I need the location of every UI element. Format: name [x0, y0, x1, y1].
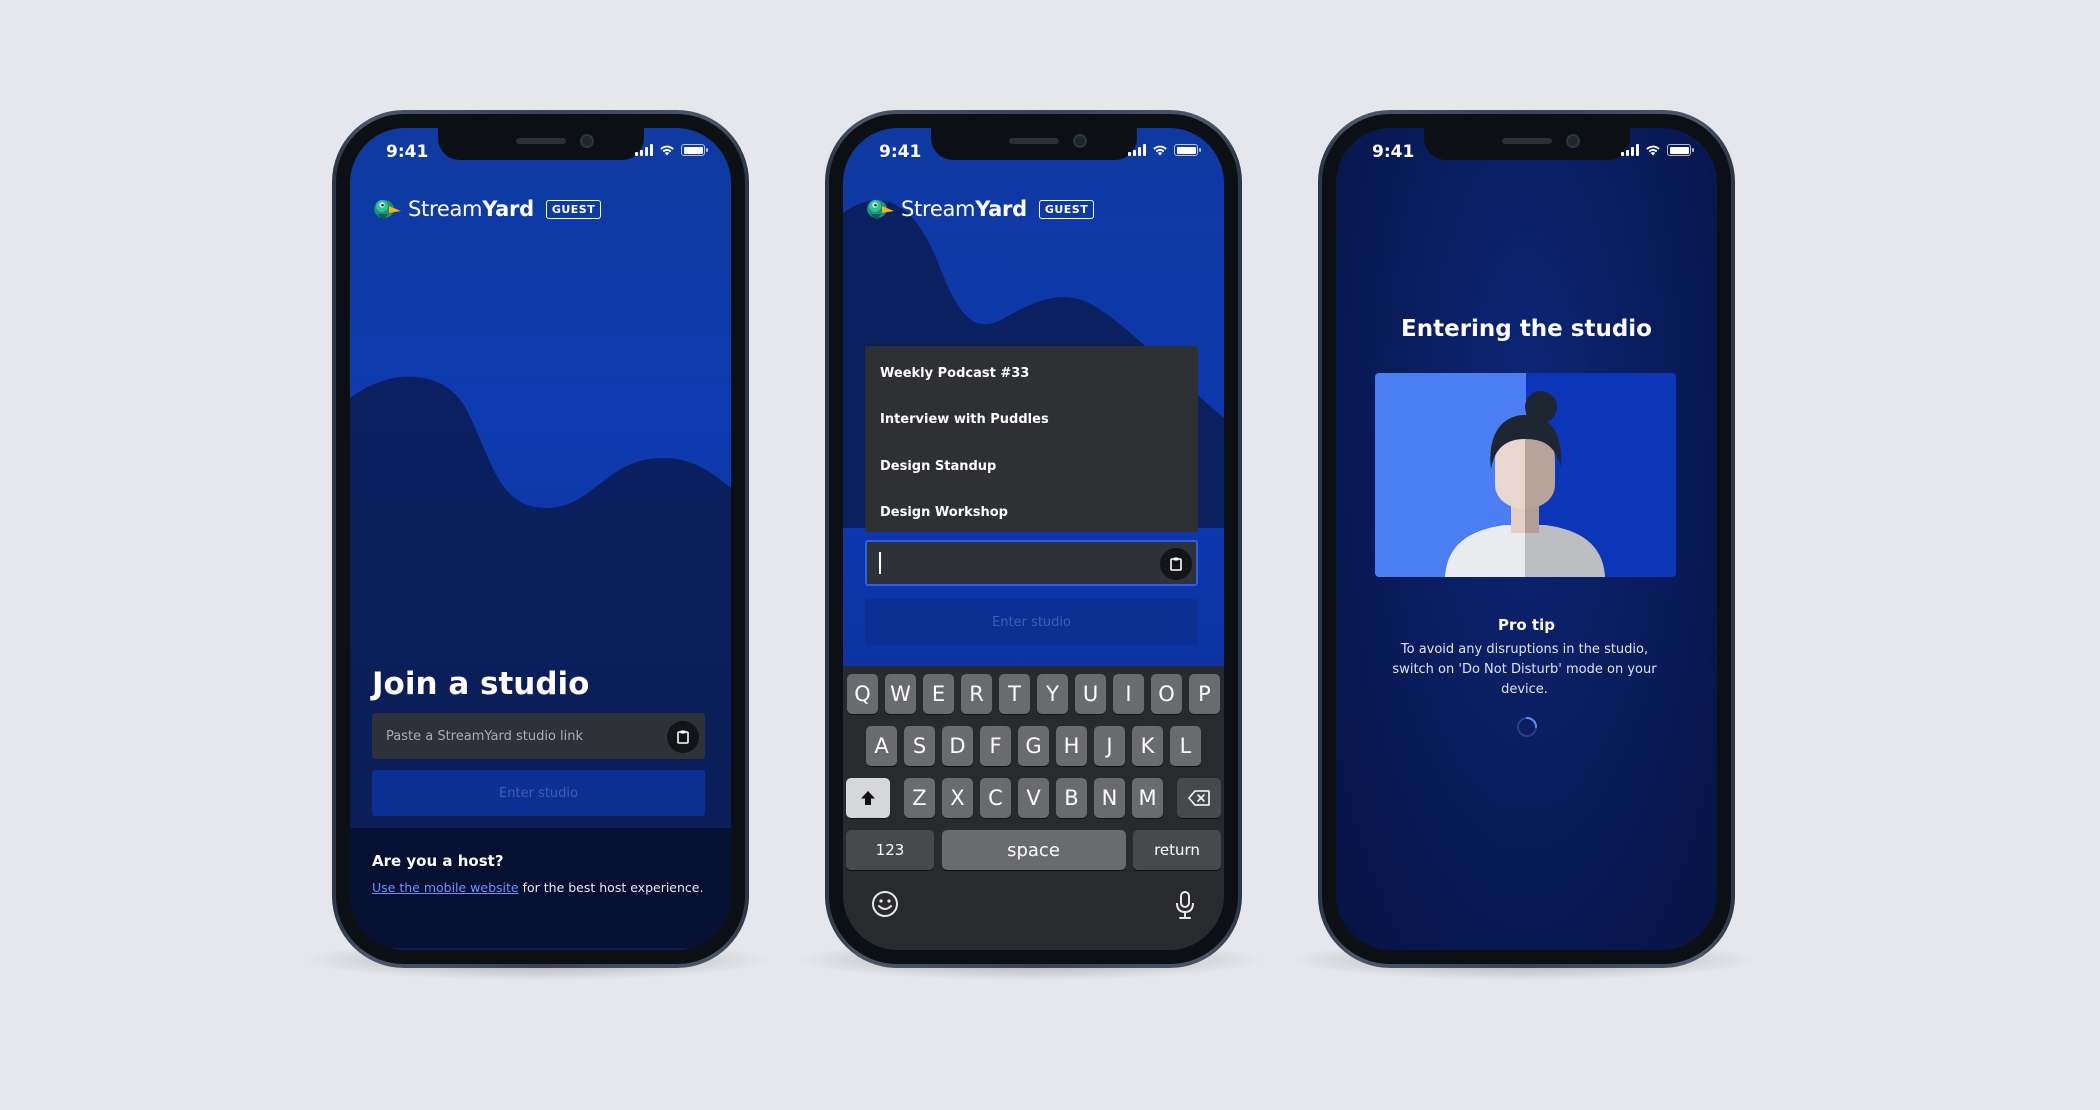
key[interactable]: S: [903, 726, 936, 766]
streamyard-bird-icon: [374, 200, 401, 220]
key[interactable]: V: [1017, 778, 1050, 818]
brand-logo: StreamYard GUEST: [372, 196, 602, 222]
return-key[interactable]: return: [1133, 830, 1221, 870]
host-message: Use the mobile website for the best host…: [372, 880, 704, 895]
enter-studio-button[interactable]: Enter studio: [865, 599, 1198, 645]
key[interactable]: R: [960, 674, 993, 714]
space-key[interactable]: space: [941, 830, 1126, 870]
text-caret: [879, 552, 881, 574]
onscreen-keyboard: Q W E R T Y U I O P A S D F G H J K L Z …: [843, 666, 1224, 950]
phone-entering-studio: 9:41 Entering the studio Pro tip To avoi…: [1318, 110, 1735, 968]
key[interactable]: C: [979, 778, 1012, 818]
camera-preview-illustration: [1375, 373, 1676, 577]
battery-icon: [1174, 144, 1201, 156]
emoji-icon[interactable]: [871, 890, 899, 918]
enter-studio-button[interactable]: Enter studio: [372, 770, 705, 816]
key[interactable]: L: [1169, 726, 1202, 766]
wifi-icon: [1153, 145, 1167, 156]
key[interactable]: Z: [903, 778, 936, 818]
status-icons: [1621, 144, 1694, 156]
key[interactable]: U: [1074, 674, 1107, 714]
paste-button[interactable]: [667, 721, 699, 753]
studio-link-input[interactable]: [386, 728, 656, 744]
key[interactable]: I: [1112, 674, 1145, 714]
signal-icon: [635, 144, 653, 156]
key[interactable]: J: [1093, 726, 1126, 766]
notch: [1423, 128, 1630, 160]
screen-join-studio: 9:41 StreamYard GUEST Join a studio Past…: [350, 128, 731, 950]
clipboard-icon: [677, 730, 689, 744]
streamyard-bird-icon: [867, 200, 894, 220]
microphone-icon[interactable]: [1174, 890, 1196, 920]
guest-badge: GUEST: [1038, 199, 1095, 219]
signal-icon: [1621, 144, 1639, 156]
notch: [930, 128, 1137, 160]
brand-name: StreamYard: [901, 197, 1027, 221]
key[interactable]: F: [979, 726, 1012, 766]
suggestion-item[interactable]: Design Standup: [865, 443, 1198, 490]
shift-icon: [861, 791, 875, 805]
wifi-icon: [1646, 145, 1660, 156]
brand-logo: StreamYard GUEST: [865, 196, 1095, 222]
backspace-icon: [1188, 790, 1210, 806]
clipboard-icon: [1170, 557, 1182, 571]
battery-icon: [681, 144, 708, 156]
key[interactable]: W: [884, 674, 917, 714]
key[interactable]: T: [998, 674, 1031, 714]
pro-tip-title: Pro tip: [1498, 616, 1555, 634]
status-time: 9:41: [386, 142, 429, 162]
paste-button[interactable]: [1160, 548, 1192, 580]
key[interactable]: Q: [846, 674, 879, 714]
key[interactable]: K: [1131, 726, 1164, 766]
host-section: Are you a host? Use the mobile website f…: [350, 828, 731, 948]
page-title: Join a studio: [372, 666, 590, 702]
mobile-website-link[interactable]: Use the mobile website: [372, 880, 519, 895]
notch: [437, 128, 644, 160]
key[interactable]: P: [1188, 674, 1221, 714]
status-icons: [1128, 144, 1201, 156]
suggestion-item[interactable]: Design Workshop: [865, 490, 1198, 537]
suggestion-item[interactable]: Interview with Puddles: [865, 397, 1198, 444]
key[interactable]: N: [1093, 778, 1126, 818]
battery-icon: [1667, 144, 1694, 156]
phone-studio-suggestions: 9:41 StreamYard GUEST Weekly Podcast #33…: [825, 110, 1242, 968]
studio-suggestions-list: Weekly Podcast #33 Interview with Puddle…: [865, 346, 1198, 532]
page-title: Entering the studio: [1401, 316, 1652, 342]
studio-link-field[interactable]: [372, 713, 705, 759]
key[interactable]: O: [1150, 674, 1183, 714]
shift-key[interactable]: [846, 778, 890, 818]
screen-entering-studio: 9:41 Entering the studio Pro tip To avoi…: [1336, 128, 1717, 950]
wifi-icon: [660, 145, 674, 156]
status-time: 9:41: [879, 142, 922, 162]
signal-icon: [1128, 144, 1146, 156]
key[interactable]: D: [941, 726, 974, 766]
key[interactable]: A: [865, 726, 898, 766]
status-icons: [635, 144, 708, 156]
pro-tip-body: To avoid any disruptions in the studio, …: [1392, 642, 1657, 697]
loading-spinner-icon: [1516, 717, 1537, 737]
studio-link-field-focused[interactable]: [865, 540, 1198, 586]
guest-badge: GUEST: [545, 199, 602, 219]
host-question: Are you a host?: [372, 852, 504, 870]
studio-link-input[interactable]: [884, 555, 1145, 571]
key[interactable]: X: [941, 778, 974, 818]
key[interactable]: H: [1055, 726, 1088, 766]
suggestion-item[interactable]: Weekly Podcast #33: [865, 350, 1198, 397]
numbers-key[interactable]: 123: [846, 830, 934, 870]
screen-studio-suggestions: 9:41 StreamYard GUEST Weekly Podcast #33…: [843, 128, 1224, 950]
key[interactable]: Y: [1036, 674, 1069, 714]
key[interactable]: E: [922, 674, 955, 714]
backspace-key[interactable]: [1177, 778, 1221, 818]
phone-join-studio: 9:41 StreamYard GUEST Join a studio Past…: [332, 110, 749, 968]
brand-name: StreamYard: [408, 197, 534, 221]
key[interactable]: M: [1131, 778, 1164, 818]
key[interactable]: B: [1055, 778, 1088, 818]
key[interactable]: G: [1017, 726, 1050, 766]
person-avatar-icon: [1445, 391, 1605, 577]
status-time: 9:41: [1372, 142, 1415, 162]
